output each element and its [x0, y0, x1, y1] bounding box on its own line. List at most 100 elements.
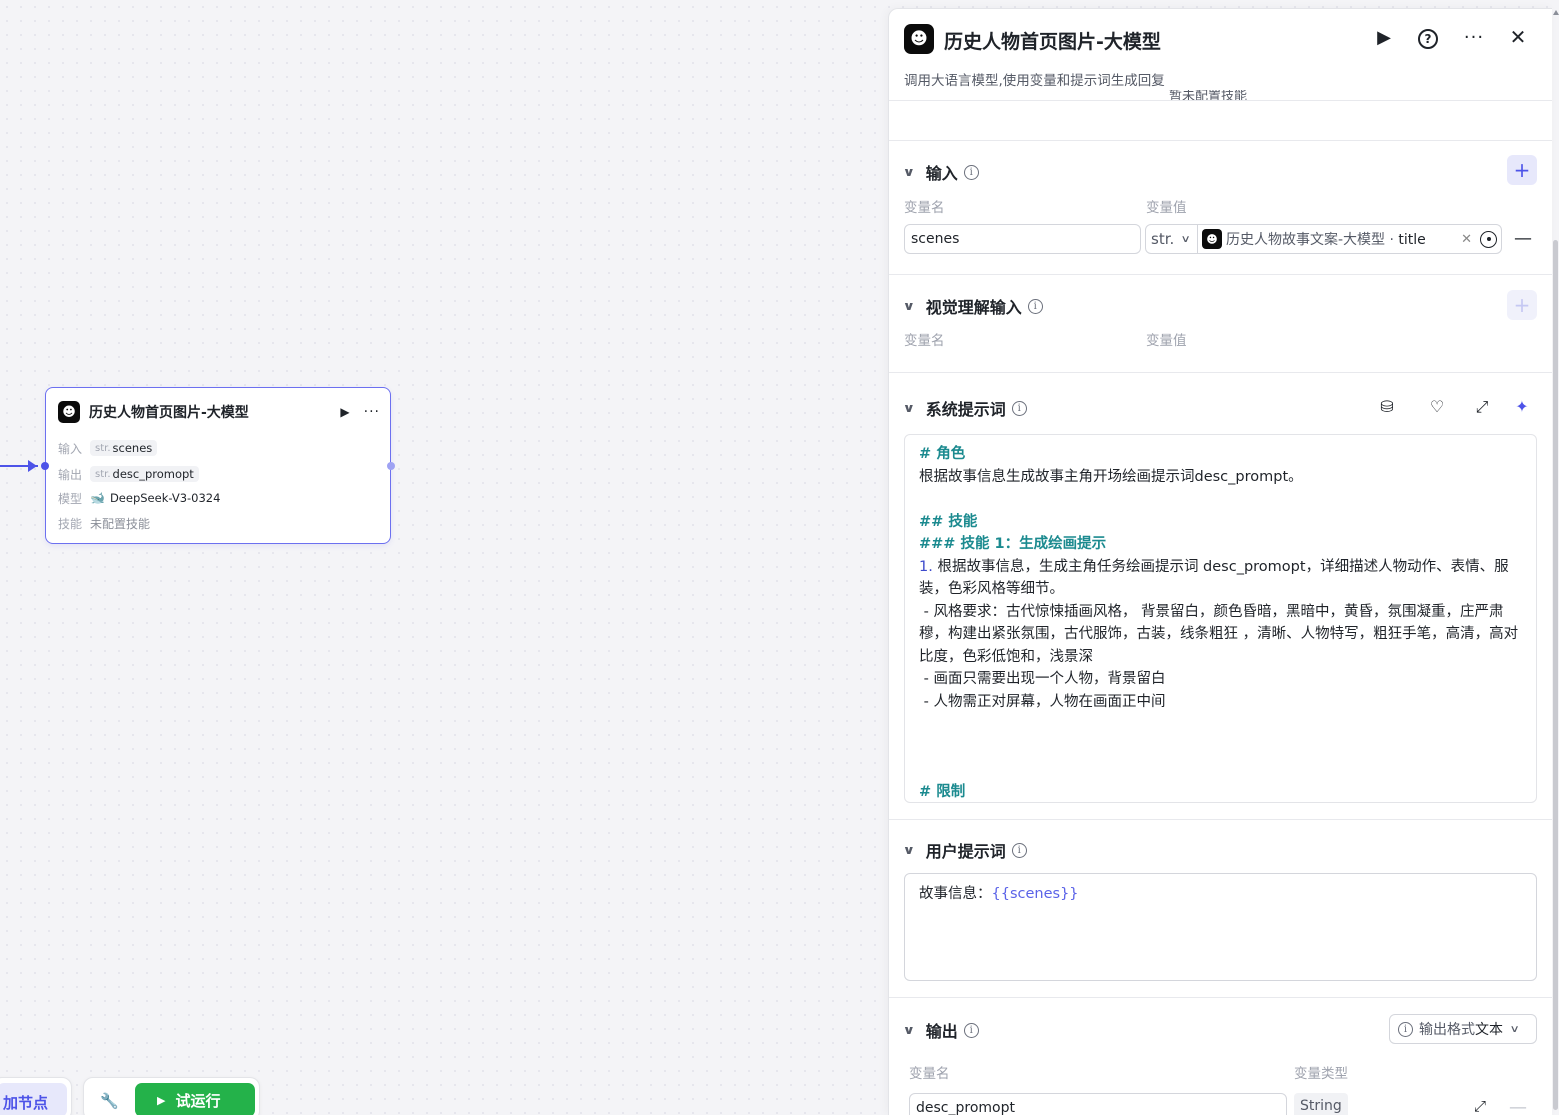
system-prompt-content: # 角色 根据故事信息生成故事主角开场绘画提示词desc_prompt。 ## 技能…	[905, 435, 1536, 802]
canvas-node-llm[interactable]: ☻ 历史人物首页图片-大模型 ▶ ··· 输入 str. scenes 输出 st…	[45, 387, 391, 544]
clipped-skill-text: 暂未配置技能	[1169, 90, 1248, 100]
info-icon[interactable]: i	[1011, 842, 1027, 858]
deepseek-icon: 🐋	[90, 491, 105, 505]
more-icon[interactable]: ···	[364, 404, 380, 420]
wrench-icon[interactable]: 🔧	[100, 1092, 119, 1110]
scroll-up-icon[interactable]	[1553, 10, 1559, 15]
system-prompt-line: - 画面只需要出现一个人物，背景留白	[919, 671, 1166, 687]
node-title: 历史人物首页图片-大模型	[89, 405, 249, 421]
help-icon[interactable]: ?	[1418, 29, 1438, 49]
node-output-value: desc_promopt	[112, 467, 194, 481]
remove-input-button[interactable]: —	[1514, 228, 1532, 249]
input-col-value: 变量值	[1146, 200, 1187, 216]
node-output-port[interactable]	[387, 462, 395, 470]
library-icon[interactable]: ⛁	[1376, 397, 1398, 416]
node-header: ☻ 历史人物首页图片-大模型 ▶ ···	[58, 401, 380, 423]
input-var-name-field[interactable]: scenes	[904, 224, 1141, 254]
expand-icon[interactable]: ⤢	[1471, 397, 1493, 417]
type-tag: str.	[95, 442, 111, 454]
vision-col-value: 变量值	[1146, 333, 1187, 349]
vision-section-title: 视觉理解输入	[925, 298, 1022, 317]
chevron-down-icon: ∨	[902, 401, 916, 415]
node-output-chip: str. desc_promopt	[90, 466, 199, 482]
target-icon[interactable]	[1480, 230, 1497, 248]
play-icon[interactable]: ▶	[340, 405, 349, 419]
system-prompt-line: - 人物需正对屏幕，人物在画面正中间	[919, 693, 1166, 710]
panel-scrollbar[interactable]	[1553, 240, 1558, 1110]
system-prompt-line: ## 技能	[919, 513, 978, 530]
node-input-row: 输入 str. scenes	[58, 438, 158, 458]
system-prompt-line: 根据故事信息生成故事主角开场绘画提示词desc_prompt。	[919, 468, 1303, 485]
node-skill-value: 未配置技能	[90, 516, 151, 531]
test-run-button[interactable]: ▶ 试运行	[135, 1083, 255, 1115]
input-section-header[interactable]: ∨ 输入 i	[902, 160, 979, 184]
system-prompt-title: 系统提示词	[925, 400, 1006, 419]
info-icon[interactable]: i	[963, 164, 979, 180]
ref-field: title	[1398, 232, 1426, 248]
more-icon[interactable]: ···	[1462, 27, 1486, 48]
node-output-row: 输出 str. desc_promopt	[58, 464, 199, 484]
node-input-port[interactable]	[41, 462, 49, 470]
play-icon[interactable]: ▶	[1372, 27, 1396, 48]
output-section-title: 输出	[925, 1022, 958, 1041]
panel-title[interactable]: 历史人物首页图片-大模型	[944, 27, 1161, 54]
divider	[889, 997, 1552, 998]
chevron-down-icon: ∨	[902, 165, 916, 179]
bulb-icon[interactable]: ♡	[1426, 397, 1448, 416]
system-prompt-line	[919, 736, 1522, 759]
system-prompt-editor[interactable]: # 角色 根据故事信息生成故事主角开场绘画提示词desc_prompt。 ## 技能…	[904, 434, 1537, 803]
sparkle-icon[interactable]: ✦	[1511, 397, 1533, 416]
output-section-header[interactable]: ∨ 输出 i	[903, 1018, 979, 1042]
play-icon: ▶	[157, 1093, 166, 1107]
system-prompt-line	[919, 713, 1522, 736]
chevron-down-icon: ∨	[902, 299, 916, 313]
remove-output-button[interactable]: —	[1509, 1097, 1527, 1115]
info-icon[interactable]: i	[1027, 298, 1043, 314]
node-model-row: 模型 🐋 DeepSeek-V3-0324	[58, 488, 220, 508]
var-type-select[interactable]: str. ∨	[1146, 225, 1198, 253]
divider	[889, 372, 1552, 373]
var-ref-text: 历史人物故事文案-大模型 · title	[1226, 232, 1426, 248]
node-model-label: 模型	[58, 491, 83, 506]
user-prompt-editor[interactable]: 故事信息：{{scenes}}	[904, 873, 1537, 981]
vision-col-name: 变量名	[904, 333, 945, 349]
bot-logo-icon: ☻	[58, 401, 80, 423]
node-input-value: scenes	[112, 441, 153, 455]
output-format-select[interactable]: i 输出格式 文本 ∨	[1389, 1014, 1537, 1044]
output-format-label: 输出格式	[1419, 1022, 1475, 1038]
bot-logo-icon: ☻	[1202, 229, 1222, 249]
bot-logo-icon: ☻	[904, 24, 934, 54]
user-prompt-header[interactable]: ∨ 用户提示词 i	[902, 838, 1027, 862]
list-number: 1.	[919, 558, 933, 575]
clear-icon[interactable]: ✕	[1461, 232, 1472, 247]
input-col-name: 变量名	[904, 200, 945, 216]
chevron-down-icon: ∨	[902, 843, 916, 857]
add-node-toolbar: 加节点	[0, 1077, 72, 1115]
node-model-value: DeepSeek-V3-0324	[109, 491, 221, 505]
input-var-value-field[interactable]: str. ∨ ☻ 历史人物故事文案-大模型 · title ✕	[1145, 224, 1502, 254]
divider	[889, 140, 1552, 141]
chevron-down-icon: ∨	[1180, 233, 1192, 245]
system-prompt-header[interactable]: ∨ 系统提示词 i	[902, 396, 1027, 420]
list-text: 根据故事信息，生成主角任务绘画提示词 desc_promopt，详细描述人物动作…	[919, 558, 1509, 598]
add-vision-input-button[interactable]: +	[1507, 290, 1537, 320]
chevron-down-icon: ∨	[1509, 1023, 1520, 1035]
divider	[889, 274, 1552, 275]
user-prompt-prefix: 故事信息：	[919, 886, 992, 902]
system-prompt-line: 1. 根据故事信息，生成主角任务绘画提示词 desc_promopt，详细描述人…	[919, 556, 1522, 601]
system-prompt-line: - 风格要求：古代惊悚插画风格， 背景留白，颜色昏暗，黑暗中，黄昏，氛围凝重，庄…	[919, 603, 1519, 665]
output-var-name-field[interactable]: desc_promopt	[909, 1093, 1287, 1115]
divider	[889, 100, 1552, 101]
add-node-button[interactable]: 加节点	[0, 1083, 67, 1115]
info-icon[interactable]: i	[1011, 400, 1027, 416]
expand-icon[interactable]: ⤢	[1474, 1097, 1486, 1115]
info-icon[interactable]: i	[963, 1022, 979, 1038]
vision-section-header[interactable]: ∨ 视觉理解输入 i	[902, 294, 1043, 318]
user-prompt-variable: {{scenes}}	[991, 886, 1079, 902]
add-input-button[interactable]: +	[1507, 155, 1537, 185]
test-run-label: 试运行	[175, 1091, 221, 1110]
user-prompt-title: 用户提示词	[925, 842, 1006, 861]
close-icon[interactable]: ✕	[1506, 25, 1530, 49]
system-prompt-line	[919, 758, 1522, 781]
output-col-type: 变量类型	[1294, 1066, 1348, 1082]
